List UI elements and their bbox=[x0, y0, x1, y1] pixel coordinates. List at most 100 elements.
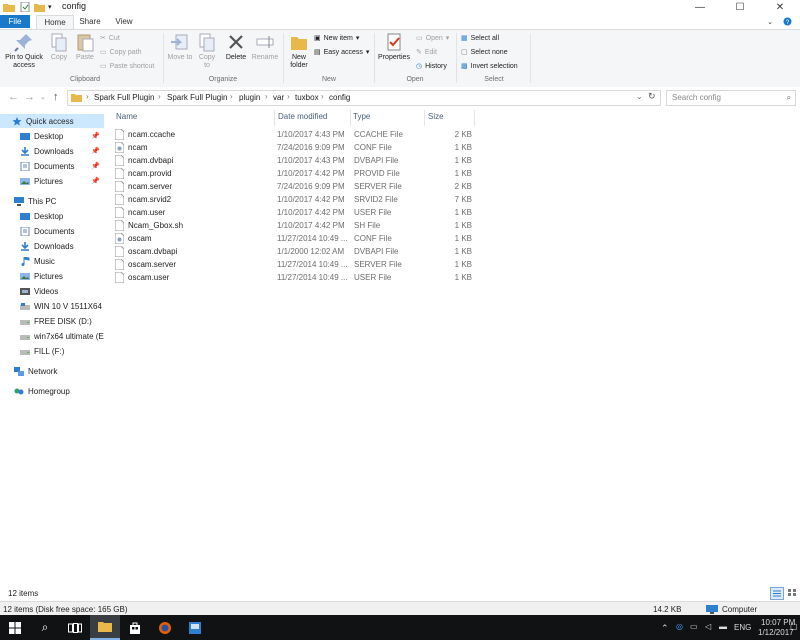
clock-date[interactable]: 1/12/2017 bbox=[758, 628, 794, 637]
cut-button[interactable]: ✂ Cut bbox=[100, 34, 120, 43]
column-divider[interactable] bbox=[424, 110, 425, 126]
delete-button[interactable]: Delete bbox=[222, 32, 250, 62]
breadcrumb-item[interactable]: config bbox=[329, 93, 350, 102]
file-row[interactable]: oscam.server 11/27/2014 10:49 ... SERVER… bbox=[112, 258, 474, 271]
nav-drive-d[interactable]: FREE DISK (D:) bbox=[0, 314, 104, 328]
up-arrow-icon[interactable]: ↑ bbox=[53, 91, 59, 103]
file-row[interactable]: ncam.ccache 1/10/2017 4:43 PM CCACHE Fil… bbox=[112, 128, 474, 141]
large-icons-view-button[interactable] bbox=[786, 587, 798, 598]
firefox-taskbar-icon[interactable] bbox=[150, 615, 180, 640]
tab-file[interactable]: File bbox=[0, 15, 30, 28]
sync-tray-icon[interactable]: ◎ bbox=[676, 622, 683, 631]
nav-homegroup[interactable]: Homegroup bbox=[0, 384, 104, 398]
nav-pc-downloads[interactable]: Downloads bbox=[0, 239, 104, 253]
file-explorer-taskbar-icon[interactable] bbox=[90, 615, 120, 640]
paste-shortcut-button[interactable]: ▭ Paste shortcut bbox=[100, 62, 154, 71]
nav-drive-c[interactable]: WIN 10 V 1511X64 (C bbox=[0, 299, 104, 313]
breadcrumb-item[interactable]: var bbox=[273, 93, 284, 102]
input-language[interactable]: ENG bbox=[734, 623, 751, 632]
nav-pc-pictures[interactable]: Pictures bbox=[0, 269, 104, 283]
copy-path-button[interactable]: ▭ Copy path bbox=[100, 48, 142, 57]
nav-qa-desktop[interactable]: Desktop 📌 bbox=[0, 129, 104, 143]
minimize-button[interactable]: — bbox=[680, 0, 720, 14]
edit-button[interactable]: ✎ Edit bbox=[416, 48, 437, 57]
paste-button[interactable]: Paste bbox=[73, 32, 97, 62]
file-row[interactable]: oscam 11/27/2014 10:49 ... CONF File 1 K… bbox=[112, 232, 474, 245]
rename-button[interactable]: Rename bbox=[251, 32, 279, 62]
nav-pc-desktop[interactable]: Desktop bbox=[0, 209, 104, 223]
file-row[interactable]: oscam.dvbapi 1/1/2000 12:02 AM DVBAPI Fi… bbox=[112, 245, 474, 258]
help-icon[interactable]: ? bbox=[780, 15, 794, 28]
pin-quick-access-button[interactable]: Pin to Quick access bbox=[3, 32, 45, 70]
back-arrow-icon[interactable]: ← bbox=[8, 91, 19, 103]
nav-drive-e[interactable]: win7x64 ultimate (E:) bbox=[0, 329, 104, 343]
column-header-name[interactable]: Name bbox=[116, 112, 137, 121]
tab-view[interactable]: View bbox=[110, 15, 138, 28]
column-header-type[interactable]: Type bbox=[353, 112, 370, 121]
breadcrumb-item[interactable]: tuxbox bbox=[295, 93, 319, 102]
column-divider[interactable] bbox=[274, 110, 275, 126]
file-row[interactable]: ncam.server 7/24/2016 9:09 PM SERVER Fil… bbox=[112, 180, 474, 193]
column-divider[interactable] bbox=[474, 110, 475, 126]
file-row[interactable]: Ncam_Gbox.sh 1/10/2017 4:42 PM SH File 1… bbox=[112, 219, 474, 232]
breadcrumb-item[interactable]: Spark Full Plugin bbox=[94, 93, 154, 102]
file-row[interactable]: ncam.provid 1/10/2017 4:42 PM PROVID Fil… bbox=[112, 167, 474, 180]
task-view-icon[interactable] bbox=[60, 615, 90, 640]
address-dropdown-icon[interactable]: ⌄ bbox=[636, 92, 643, 101]
copy-to-button[interactable]: Copy to bbox=[195, 32, 219, 70]
nav-qa-pictures[interactable]: Pictures 📌 bbox=[0, 174, 104, 188]
invert-selection-button[interactable]: ▩ Invert selection bbox=[461, 62, 518, 71]
new-folder-button[interactable]: New folder bbox=[286, 32, 312, 70]
column-divider[interactable] bbox=[350, 110, 351, 126]
properties-button[interactable]: Properties bbox=[376, 32, 412, 62]
file-row[interactable]: ncam 7/24/2016 9:09 PM CONF File 1 KB bbox=[112, 141, 474, 154]
forward-arrow-icon[interactable]: → bbox=[24, 91, 35, 103]
nav-pc-music[interactable]: Music bbox=[0, 254, 104, 268]
tab-home[interactable]: Home bbox=[36, 15, 74, 29]
notifications-icon[interactable]: ▢ bbox=[790, 622, 798, 631]
breadcrumb-item[interactable]: plugin bbox=[239, 93, 260, 102]
file-row[interactable]: ncam.user 1/10/2017 4:42 PM USER File 1 … bbox=[112, 206, 474, 219]
search-taskbar-icon[interactable]: ⌕ bbox=[30, 615, 60, 640]
nav-this-pc[interactable]: This PC bbox=[0, 194, 104, 208]
column-header-date[interactable]: Date modified bbox=[278, 112, 327, 121]
search-input[interactable]: Search config ⌕ bbox=[666, 90, 796, 106]
address-bar[interactable]: › Spark Full Plugin › Spark Full Plugin … bbox=[67, 90, 661, 106]
copy-button[interactable]: Copy bbox=[47, 32, 71, 62]
battery-tray-icon[interactable]: ▬ bbox=[719, 622, 727, 631]
recent-locations-icon[interactable]: ⌄ bbox=[40, 93, 46, 101]
minimize-ribbon-icon[interactable]: ⌄ bbox=[764, 15, 776, 28]
tab-share[interactable]: Share bbox=[76, 15, 104, 28]
select-none-button[interactable]: ▢ Select none bbox=[461, 48, 508, 57]
column-header-size[interactable]: Size bbox=[428, 112, 444, 121]
tray-overflow-icon[interactable]: ⌃ bbox=[661, 623, 669, 634]
history-button[interactable]: ◷ History bbox=[416, 62, 447, 71]
nav-network[interactable]: Network bbox=[0, 364, 104, 378]
properties-qa-icon[interactable] bbox=[20, 2, 30, 12]
nav-quick-access[interactable]: Quick access bbox=[0, 114, 104, 128]
network-tray-icon[interactable]: ▭ bbox=[690, 622, 698, 631]
customize-qa-icon[interactable]: ▾ bbox=[48, 2, 52, 12]
file-row[interactable]: oscam.user 11/27/2014 10:49 ... USER Fil… bbox=[112, 271, 474, 284]
nav-pc-videos[interactable]: Videos bbox=[0, 284, 104, 298]
nav-pc-documents[interactable]: Documents bbox=[0, 224, 104, 238]
move-to-button[interactable]: Move to bbox=[167, 32, 193, 62]
nav-drive-f[interactable]: FILL (F:) bbox=[0, 344, 104, 358]
easy-access-button[interactable]: ▤ Easy access ▾ bbox=[314, 48, 369, 57]
close-button[interactable]: ✕ bbox=[760, 0, 800, 14]
breadcrumb-item[interactable]: Spark Full Plugin bbox=[167, 93, 227, 102]
select-all-button[interactable]: ▦ Select all bbox=[461, 34, 499, 43]
maximize-button[interactable]: ☐ bbox=[720, 0, 760, 14]
new-folder-qa-icon[interactable] bbox=[34, 2, 45, 12]
store-taskbar-icon[interactable] bbox=[120, 615, 150, 640]
app-taskbar-icon[interactable] bbox=[180, 615, 210, 640]
new-item-button[interactable]: ▣ New item ▾ bbox=[314, 34, 359, 43]
nav-qa-documents[interactable]: Documents 📌 bbox=[0, 159, 104, 173]
start-button[interactable] bbox=[0, 615, 30, 640]
file-row[interactable]: ncam.srvid2 1/10/2017 4:42 PM SRVID2 Fil… bbox=[112, 193, 474, 206]
refresh-icon[interactable]: ↻ bbox=[648, 91, 656, 102]
open-button[interactable]: ▭ Open ▾ bbox=[416, 34, 449, 43]
details-view-button[interactable] bbox=[770, 587, 784, 600]
file-row[interactable]: ncam.dvbapi 1/10/2017 4:43 PM DVBAPI Fil… bbox=[112, 154, 474, 167]
nav-qa-downloads[interactable]: Downloads 📌 bbox=[0, 144, 104, 158]
